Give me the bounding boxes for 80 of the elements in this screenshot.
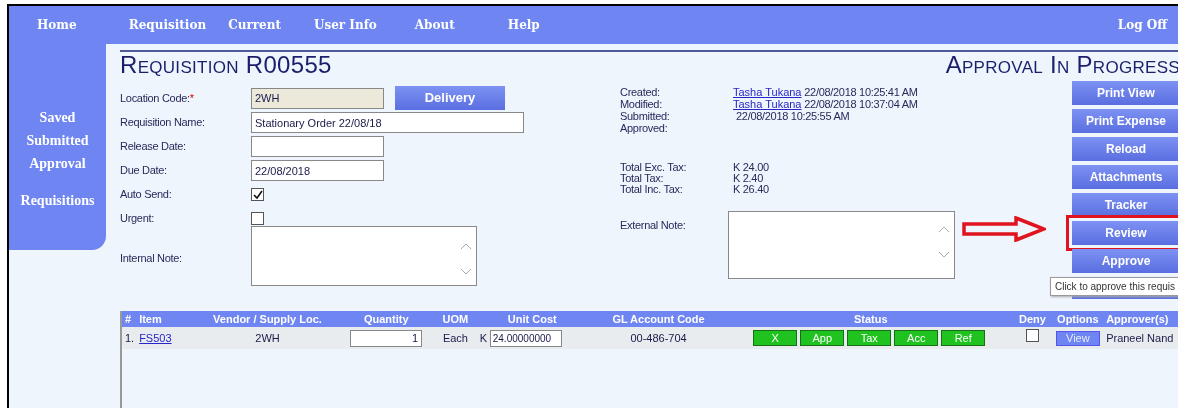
text-field[interactable]: Stationary Order 22/08/18 bbox=[251, 112, 524, 133]
currency-label: K bbox=[479, 331, 487, 344]
nav-link[interactable]: Current bbox=[228, 16, 281, 34]
timestamp: 22/08/2018 10:25:41 AM bbox=[804, 86, 918, 98]
column-header: # bbox=[122, 310, 137, 328]
field-label: External Note: bbox=[620, 218, 687, 233]
action-button[interactable]: Print View bbox=[1072, 80, 1178, 105]
info-label: Modified: bbox=[620, 98, 663, 110]
column-header: Status bbox=[729, 310, 1013, 328]
info-label: Approved: bbox=[620, 122, 669, 134]
column-header: Item bbox=[136, 310, 197, 328]
checkbox[interactable] bbox=[251, 212, 264, 225]
deny-checkbox[interactable] bbox=[1025, 329, 1039, 343]
total-value: K 2.40 bbox=[733, 173, 763, 184]
table-cell: Each bbox=[442, 331, 468, 344]
text-field[interactable]: 2WH bbox=[251, 87, 384, 109]
checkbox[interactable] bbox=[251, 188, 264, 201]
row-number: 1. bbox=[125, 331, 135, 344]
action-button[interactable]: Attachments bbox=[1072, 164, 1178, 189]
page-title: Requisition R00555 bbox=[120, 52, 332, 78]
action-button[interactable]: Tracker bbox=[1072, 192, 1178, 217]
scroll-arrows-icon[interactable] bbox=[938, 224, 950, 260]
table-cell: Praneel Nand bbox=[1106, 331, 1174, 344]
action-button[interactable]: Print Expense bbox=[1072, 108, 1178, 133]
timestamp: 22/08/2018 10:37:04 AM bbox=[804, 98, 918, 110]
nav-link[interactable]: About bbox=[414, 16, 455, 34]
view-button[interactable]: View bbox=[1055, 330, 1100, 346]
field-label: Requisition Name: bbox=[120, 115, 206, 131]
sidebar-item[interactable]: Approval bbox=[29, 152, 86, 175]
text-field[interactable]: 22/08/2018 bbox=[251, 160, 384, 181]
info-label: Submitted: bbox=[620, 110, 671, 122]
timestamp: 22/08/2018 10:25:55 AM bbox=[736, 110, 850, 122]
tooltip: Click to approve this requis bbox=[1049, 277, 1178, 296]
text-area[interactable] bbox=[251, 226, 477, 286]
table-cell: 00-486-704 bbox=[630, 331, 687, 344]
pointer-arrow-icon bbox=[962, 216, 1046, 242]
quantity-field[interactable]: 1 bbox=[350, 329, 423, 347]
status-chip[interactable]: Ref bbox=[941, 329, 986, 346]
total-value: K 24.00 bbox=[733, 162, 769, 173]
column-header: GL Account Code bbox=[587, 310, 730, 328]
column-header: Quantity bbox=[338, 310, 435, 328]
total-label: Total Tax: bbox=[620, 173, 665, 184]
sidebar-item[interactable]: Saved bbox=[39, 106, 76, 129]
sidebar-item[interactable]: Requisitions bbox=[20, 189, 95, 212]
text-area[interactable] bbox=[728, 211, 955, 279]
field-label: Internal Note: bbox=[120, 251, 183, 267]
table-cell: 2WH bbox=[255, 331, 280, 344]
scroll-arrows-icon[interactable] bbox=[460, 241, 472, 277]
nav-link[interactable]: Requisition bbox=[128, 16, 207, 34]
column-header: UOM bbox=[434, 310, 477, 328]
nav-link[interactable]: Help bbox=[507, 16, 540, 34]
field-label: Release Date: bbox=[120, 139, 187, 155]
field-label: Due Date: bbox=[120, 163, 168, 179]
info-label: Created: bbox=[620, 86, 661, 98]
user-link[interactable]: Tasha Tukana bbox=[733, 98, 802, 110]
status-chip[interactable]: App bbox=[800, 329, 845, 346]
total-label: Total Inc. Tax: bbox=[620, 184, 684, 195]
action-button[interactable]: Reload bbox=[1072, 136, 1178, 161]
column-header: Unit Cost bbox=[476, 310, 588, 328]
text-field[interactable] bbox=[251, 136, 384, 157]
column-header: Deny bbox=[1012, 310, 1053, 328]
logoff-link[interactable]: Log Off bbox=[1117, 16, 1167, 34]
field-label: Auto Send: bbox=[120, 187, 173, 203]
status-chip[interactable]: X bbox=[753, 329, 798, 346]
column-header: Approver(s) bbox=[1103, 310, 1178, 328]
status-chip[interactable]: Acc bbox=[894, 329, 939, 346]
field-label: Urgent: bbox=[120, 211, 155, 227]
action-button[interactable]: Approve bbox=[1072, 248, 1178, 273]
total-value: K 26.40 bbox=[733, 184, 769, 195]
column-header: Vendor / Supply Loc. bbox=[196, 310, 339, 328]
user-link[interactable]: Tasha Tukana bbox=[733, 86, 802, 98]
sidebar-item[interactable]: Submitted bbox=[26, 129, 89, 152]
unit-cost-field[interactable]: 24.00000000 bbox=[489, 329, 562, 347]
status-chip[interactable]: Tax bbox=[847, 329, 892, 346]
nav-link[interactable]: Home bbox=[37, 16, 77, 34]
nav-link[interactable]: User Info bbox=[313, 16, 377, 34]
delivery-button[interactable]: Delivery bbox=[395, 86, 505, 110]
field-label: Location Code:* bbox=[120, 90, 195, 106]
total-label: Total Exc. Tax: bbox=[620, 162, 688, 173]
column-header: Options bbox=[1052, 310, 1104, 328]
